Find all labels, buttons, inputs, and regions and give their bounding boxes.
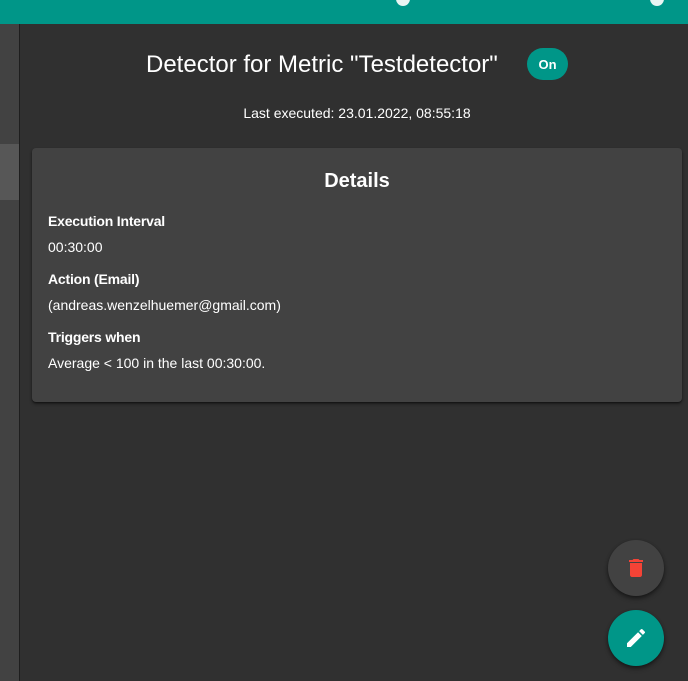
status-badge[interactable]: On [527,48,568,80]
settings-icon[interactable] [650,0,664,6]
main-content: Detector for Metric "Testdetector" On La… [20,24,688,681]
last-executed-text: Last executed: 23.01.2022, 08:55:18 [243,105,471,121]
sidebar [0,24,20,681]
edit-button[interactable] [608,610,664,666]
app-toolbar [0,0,688,24]
details-card: Details Execution Interval 00:30:00 Acti… [32,148,682,402]
triggers-when-value: Average < 100 in the last 00:30:00. [48,355,266,371]
action-email-label: Action (Email) [48,271,140,287]
action-email-value: (andreas.wenzelhuemer@gmail.com) [48,297,281,313]
delete-button[interactable] [608,540,664,596]
details-title: Details [324,170,390,192]
execution-interval-value: 00:30:00 [48,239,103,255]
detector-header: Detector for Metric "Testdetector" On [20,48,688,82]
sidebar-item-selected[interactable] [0,144,19,200]
execution-interval-label: Execution Interval [48,213,165,229]
page-title: Detector for Metric "Testdetector" [146,51,498,78]
pencil-icon [627,628,646,647]
triggers-when-label: Triggers when [48,329,141,345]
account-icon[interactable] [396,0,410,6]
trash-icon [629,559,643,577]
